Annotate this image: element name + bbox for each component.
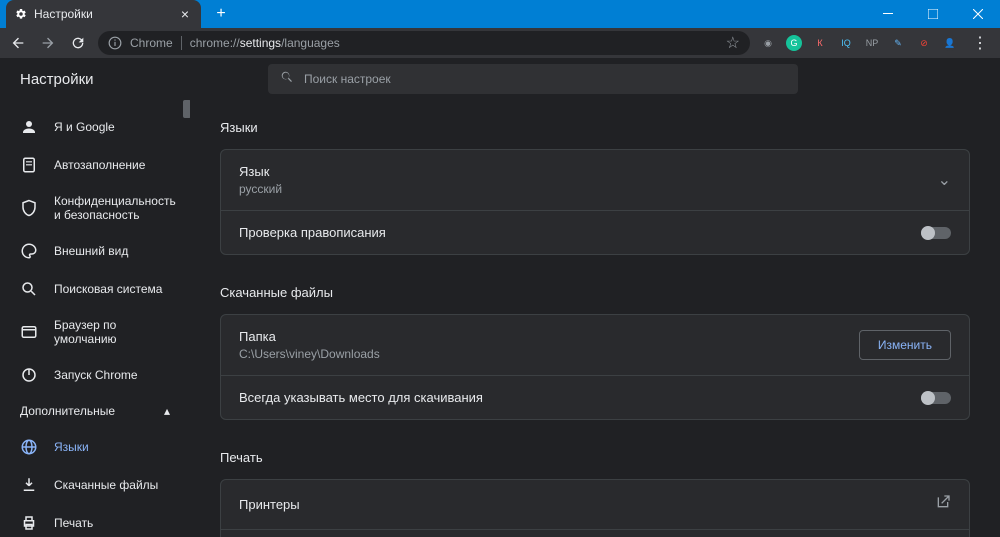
download-folder-row: Папка C:\Users\viney\Downloads Изменить — [221, 315, 969, 376]
sidebar-advanced-toggle[interactable]: Дополнительные ▴ — [0, 394, 190, 428]
close-tab-icon[interactable]: × — [177, 6, 193, 22]
sidebar-section-label: Дополнительные — [20, 404, 115, 418]
back-button[interactable] — [8, 33, 28, 53]
row-sublabel: русский — [239, 182, 938, 196]
sidebar-item-label: Языки — [54, 440, 89, 454]
browser-menu-button[interactable]: ⋮ — [968, 33, 992, 53]
extension-np-icon[interactable]: NP — [864, 35, 880, 51]
bookmark-star-icon[interactable]: ☆ — [726, 33, 740, 53]
printer-icon — [20, 514, 38, 532]
language-row[interactable]: Язык русский ⌄ — [221, 150, 969, 211]
row-label: Папка — [239, 329, 859, 344]
section-downloads: Скачанные файлы Папка C:\Users\viney\Dow… — [220, 285, 970, 420]
ask-where-toggle[interactable] — [921, 392, 951, 404]
globe-icon — [20, 438, 38, 456]
sidebar-item-you-and-google[interactable]: Я и Google — [0, 108, 190, 146]
forward-button[interactable] — [38, 33, 58, 53]
row-label: Язык — [239, 164, 938, 179]
address-chrome-label: Chrome — [130, 36, 182, 50]
row-label: Проверка правописания — [239, 225, 921, 240]
sidebar-item-downloads[interactable]: Скачанные файлы — [0, 466, 190, 504]
section-title: Печать — [220, 450, 970, 465]
spellcheck-toggle[interactable] — [921, 227, 951, 239]
printers-row[interactable]: Принтеры — [221, 480, 969, 530]
profile-avatar-icon[interactable]: 👤 — [942, 35, 958, 51]
chevron-up-icon: ▴ — [164, 404, 170, 418]
close-window-button[interactable] — [955, 0, 1000, 28]
section-title: Языки — [220, 120, 970, 135]
external-link-icon — [935, 494, 951, 515]
power-icon — [20, 366, 38, 384]
shield-icon — [20, 199, 38, 217]
minimize-button[interactable] — [865, 0, 910, 28]
download-icon — [20, 476, 38, 494]
address-url: chrome://settings/languages — [190, 36, 718, 50]
scrollbar-thumb[interactable] — [183, 100, 190, 118]
window-controls — [865, 0, 1000, 28]
search-input[interactable] — [304, 72, 786, 86]
row-label: Всегда указывать место для скачивания — [239, 390, 921, 405]
extensions-area: ◉ G К IQ NP ✎ ⊘ 👤 ⋮ — [760, 33, 992, 53]
row-label: Принтеры — [239, 497, 935, 512]
page-title: Настройки — [20, 71, 268, 88]
search-icon — [20, 280, 38, 298]
person-icon — [20, 118, 38, 136]
settings-sidebar: Я и Google Автозаполнение Конфиденциальн… — [0, 100, 190, 537]
chevron-down-icon: ⌄ — [938, 170, 951, 190]
sidebar-item-autofill[interactable]: Автозаполнение — [0, 146, 190, 184]
sidebar-item-label: Браузер по умолчанию — [54, 318, 170, 346]
palette-icon — [20, 242, 38, 260]
browser-tab[interactable]: Настройки × — [6, 0, 201, 28]
gear-icon — [14, 7, 28, 21]
sidebar-item-label: Печать — [54, 516, 93, 530]
browser-toolbar: Chrome chrome://settings/languages ☆ ◉ G… — [0, 28, 1000, 58]
change-folder-button[interactable]: Изменить — [859, 330, 951, 360]
sidebar-item-search[interactable]: Поисковая система — [0, 270, 190, 308]
sidebar-item-label: Автозаполнение — [54, 158, 145, 172]
sidebar-item-privacy[interactable]: Конфиденциальность и безопасность — [0, 184, 190, 232]
extension-block-icon[interactable]: ⊘ — [916, 35, 932, 51]
extension-grammarly-icon[interactable]: G — [786, 35, 802, 51]
sidebar-item-label: Поисковая система — [54, 282, 162, 296]
window-icon — [20, 323, 38, 341]
window-titlebar: Настройки × + — [0, 0, 1000, 28]
tab-title: Настройки — [34, 7, 171, 21]
sidebar-item-appearance[interactable]: Внешний вид — [0, 232, 190, 270]
virtual-printer-row[interactable]: Виртуальный принтер Google › — [221, 530, 969, 537]
sidebar-item-label: Внешний вид — [54, 244, 128, 258]
section-languages: Языки Язык русский ⌄ Проверка правописан… — [220, 120, 970, 255]
sidebar-item-label: Я и Google — [54, 120, 115, 134]
settings-main: Языки Язык русский ⌄ Проверка правописан… — [190, 100, 1000, 537]
sidebar-item-label: Скачанные файлы — [54, 478, 158, 492]
sidebar-item-default-browser[interactable]: Браузер по умолчанию — [0, 308, 190, 356]
sidebar-item-label: Запуск Chrome — [54, 368, 138, 382]
info-icon — [108, 36, 122, 50]
reload-button[interactable] — [68, 33, 88, 53]
sidebar-item-startup[interactable]: Запуск Chrome — [0, 356, 190, 394]
row-sublabel: C:\Users\viney\Downloads — [239, 347, 859, 361]
extension-pen-icon[interactable]: ✎ — [890, 35, 906, 51]
new-tab-button[interactable]: + — [211, 4, 231, 24]
section-print: Печать Принтеры Виртуальный принтер Goog… — [220, 450, 970, 537]
sidebar-item-label: Конфиденциальность и безопасность — [54, 194, 176, 222]
extension-camera-icon[interactable]: ◉ — [760, 35, 776, 51]
settings-search[interactable] — [268, 64, 798, 94]
extension-k-icon[interactable]: К — [812, 35, 828, 51]
sidebar-item-languages[interactable]: Языки — [0, 428, 190, 466]
ask-where-row: Всегда указывать место для скачивания — [221, 376, 969, 419]
extension-iq-icon[interactable]: IQ — [838, 35, 854, 51]
settings-header: Настройки — [0, 58, 1000, 100]
address-bar[interactable]: Chrome chrome://settings/languages ☆ — [98, 31, 750, 55]
clipboard-icon — [20, 156, 38, 174]
search-icon — [280, 70, 294, 89]
section-title: Скачанные файлы — [220, 285, 970, 300]
maximize-button[interactable] — [910, 0, 955, 28]
spellcheck-row: Проверка правописания — [221, 211, 969, 254]
sidebar-item-printing[interactable]: Печать — [0, 504, 190, 537]
